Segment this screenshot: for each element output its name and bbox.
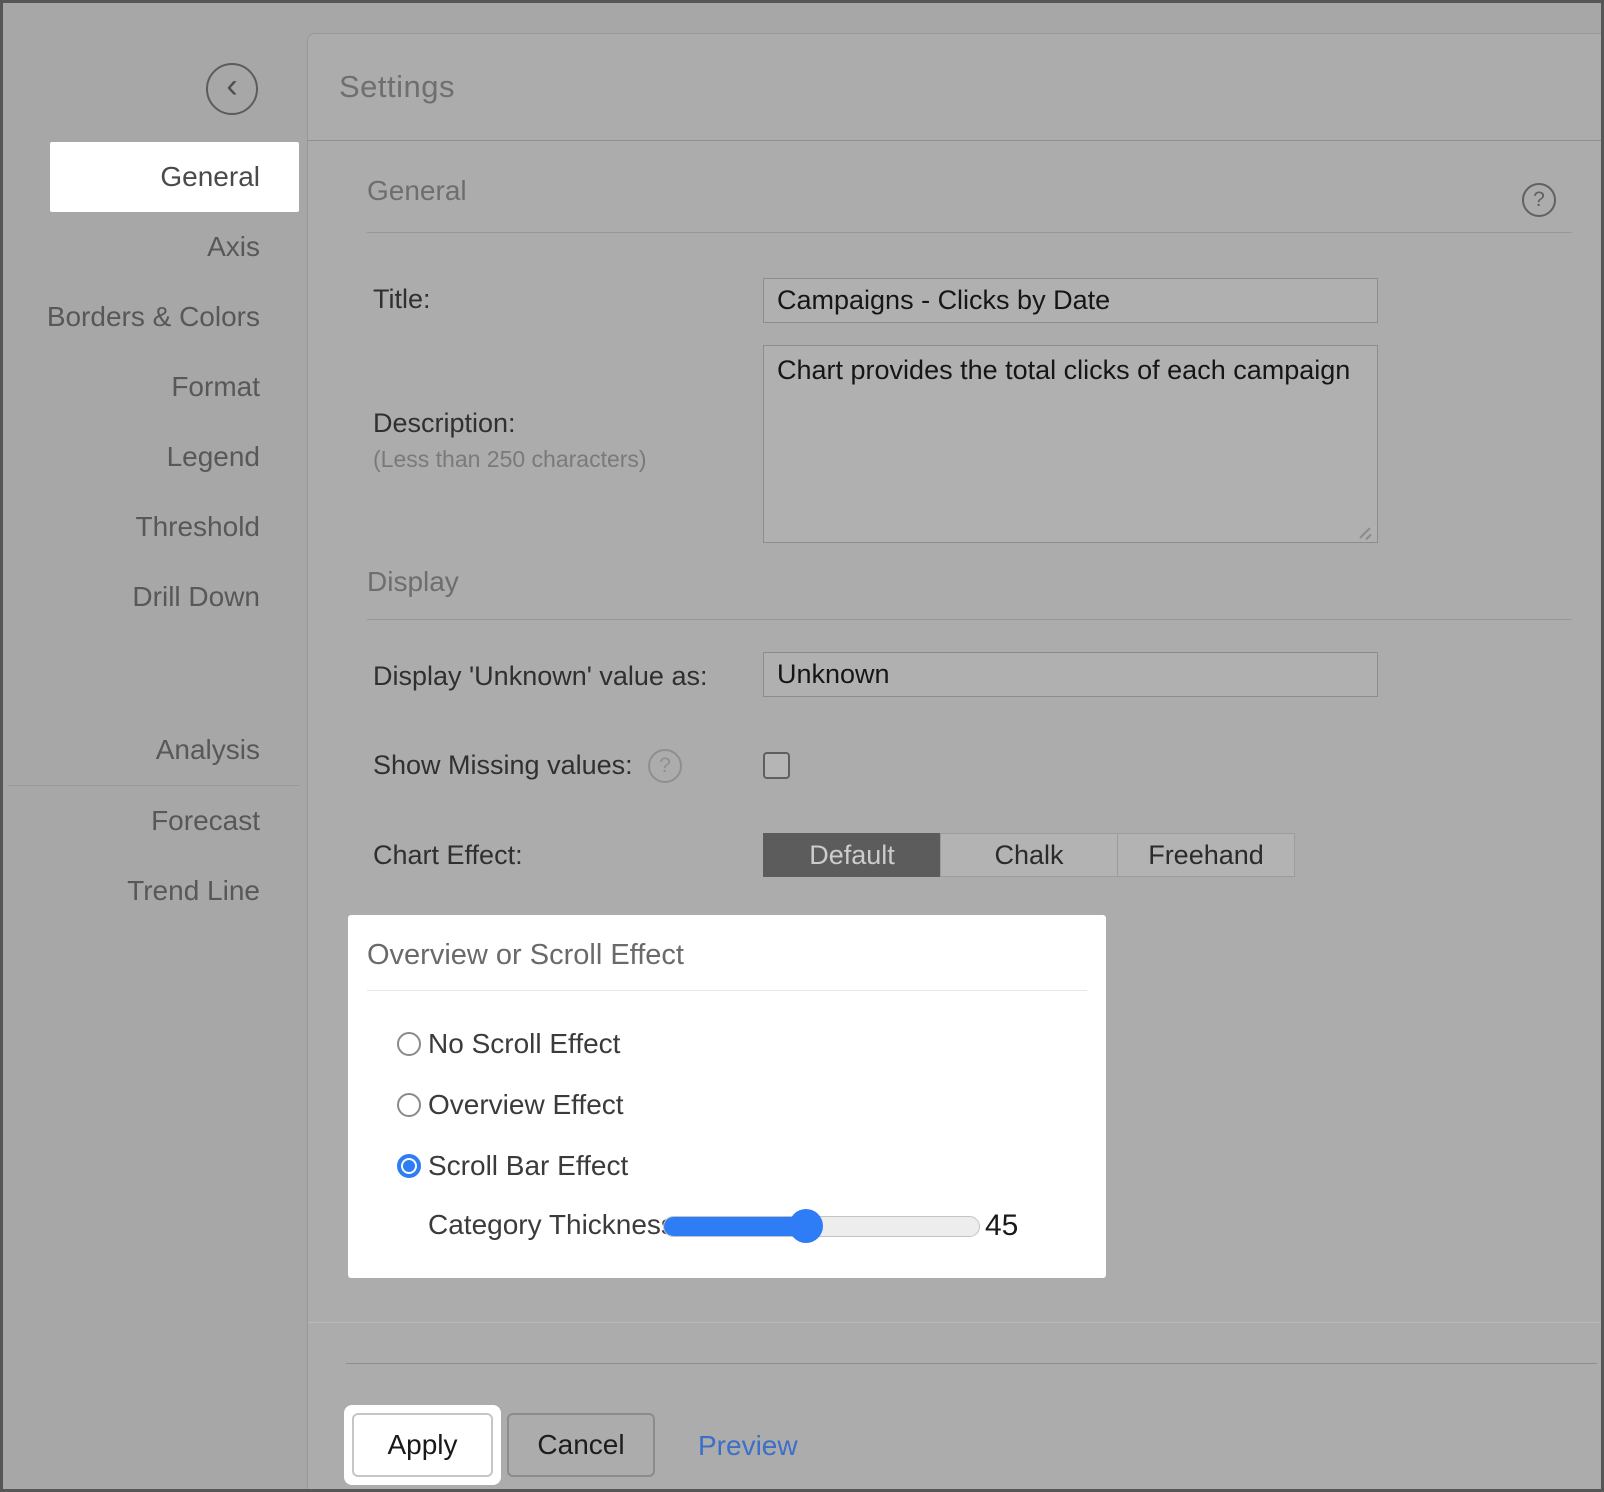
sidebar-item-trend-line[interactable]: Trend Line xyxy=(3,856,307,926)
sidebar-spacer xyxy=(3,632,307,715)
sidebar-item-drill-down[interactable]: Drill Down xyxy=(3,562,307,632)
radio-overview-effect[interactable]: Overview Effect xyxy=(397,1088,624,1122)
general-section-heading: General xyxy=(367,175,467,207)
question-mark-icon: ? xyxy=(659,754,671,778)
sidebar-item-format[interactable]: Format xyxy=(3,352,307,422)
apply-button-spotlight: Apply xyxy=(344,1405,501,1485)
content-bottom-divider xyxy=(308,1322,1601,1323)
category-thickness-value: 45 xyxy=(985,1209,1018,1243)
title-label: Title: xyxy=(373,284,431,315)
radio-unselected-icon xyxy=(397,1032,421,1056)
question-mark-icon: ? xyxy=(1533,188,1545,212)
radio-scroll-bar-effect[interactable]: Scroll Bar Effect xyxy=(397,1149,628,1183)
preview-link[interactable]: Preview xyxy=(698,1430,798,1462)
settings-dialog: Settings ‹ General Axis Borders & Colors… xyxy=(0,0,1604,1492)
show-missing-checkbox[interactable] xyxy=(763,752,790,779)
sidebar-item-forecast[interactable]: Forecast xyxy=(3,786,307,856)
description-textarea[interactable] xyxy=(763,345,1378,543)
radio-unselected-icon xyxy=(397,1093,421,1117)
footer-divider xyxy=(346,1363,1597,1364)
settings-titlebar: Settings xyxy=(307,33,1601,141)
chevron-left-icon: ‹ xyxy=(226,69,237,103)
title-input[interactable] xyxy=(763,278,1378,323)
unknown-value-label: Display 'Unknown' value as: xyxy=(373,661,707,692)
description-hint: (Less than 250 characters) xyxy=(373,446,647,473)
sidebar-item-general[interactable]: General xyxy=(50,142,299,212)
overview-scroll-effect-panel: Overview or Scroll Effect No Scroll Effe… xyxy=(348,915,1106,1278)
chart-effect-label: Chart Effect: xyxy=(373,840,523,871)
sidebar-item-threshold[interactable]: Threshold xyxy=(3,492,307,562)
chart-effect-segmented-control: Default Chalk Freehand xyxy=(763,833,1295,877)
slider-fill xyxy=(664,1217,806,1236)
help-icon[interactable]: ? xyxy=(1522,183,1556,217)
back-button[interactable]: ‹ xyxy=(206,63,258,115)
chart-effect-option-freehand[interactable]: Freehand xyxy=(1117,833,1295,877)
scroll-effect-heading: Overview or Scroll Effect xyxy=(367,939,684,972)
sidebar-item-axis[interactable]: Axis xyxy=(3,212,307,282)
apply-button[interactable]: Apply xyxy=(352,1413,493,1477)
radio-selected-icon xyxy=(397,1154,421,1178)
help-icon[interactable]: ? xyxy=(648,749,682,783)
section-divider xyxy=(367,232,1572,233)
cancel-button[interactable]: Cancel xyxy=(507,1413,655,1477)
slider-thumb[interactable] xyxy=(789,1209,823,1243)
chart-effect-option-chalk[interactable]: Chalk xyxy=(940,833,1118,877)
unknown-value-input[interactable] xyxy=(763,652,1378,697)
display-section-heading: Display xyxy=(367,566,459,598)
section-divider xyxy=(367,619,1572,620)
sidebar-section-analysis: Analysis xyxy=(3,715,307,785)
settings-sidebar: General Axis Borders & Colors Format Leg… xyxy=(3,142,307,926)
page-title: Settings xyxy=(339,69,455,105)
description-label: Description: xyxy=(373,408,516,439)
radio-no-scroll-effect[interactable]: No Scroll Effect xyxy=(397,1027,620,1061)
sidebar-item-legend[interactable]: Legend xyxy=(3,422,307,492)
category-thickness-label: Category Thickness xyxy=(428,1209,675,1241)
sidebar-item-borders-colors[interactable]: Borders & Colors xyxy=(3,282,307,352)
show-missing-label: Show Missing values: xyxy=(373,750,633,781)
panel-divider xyxy=(367,990,1087,991)
chart-effect-option-default[interactable]: Default xyxy=(763,833,941,877)
